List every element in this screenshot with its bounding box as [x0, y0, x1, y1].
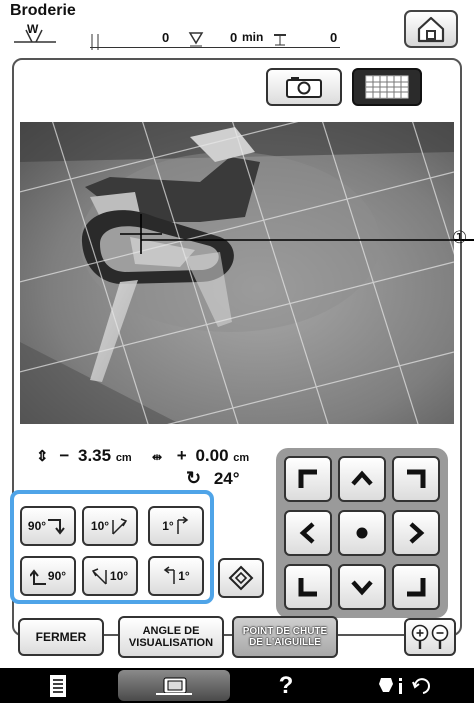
- rotate-ccw-small-icon: [91, 568, 107, 585]
- needle-drop-label-2: DE L'AIGUILLE: [249, 637, 321, 648]
- camera-button[interactable]: [266, 68, 342, 106]
- time-unit: min: [242, 30, 264, 44]
- close-label: FERMER: [35, 630, 87, 644]
- corner-down-left-icon: [298, 578, 317, 597]
- corner-up-left-icon: [298, 469, 317, 488]
- move-up-button[interactable]: [338, 456, 386, 502]
- rotate-cw-small-icon: [112, 518, 128, 535]
- thread-color-icon: [272, 33, 288, 50]
- rotate-ccw-90-label: 90°: [47, 569, 67, 583]
- stitch-bar-icon: [90, 34, 102, 53]
- page-title: Broderie: [10, 2, 76, 19]
- rotate-ccw-fine-icon: [164, 566, 175, 584]
- move-down-right-button[interactable]: [392, 564, 440, 610]
- rotation-value: 24°: [213, 469, 240, 488]
- diamond-reset-icon: [228, 565, 254, 591]
- embroidery-frame-icon: [156, 677, 192, 695]
- horizontal-arrow-icon: ⇹: [152, 450, 163, 464]
- rotate-ccw-10-label: 10°: [109, 569, 129, 583]
- rotate-ccw-icon: [29, 569, 46, 585]
- needle-drop-label-1: POINT DE CHUTE: [242, 626, 328, 637]
- arrow-right-icon: [409, 522, 425, 544]
- move-up-left-button[interactable]: [284, 456, 332, 502]
- home-icon: [417, 16, 445, 43]
- view-angle-label-1: ANGLE DE: [142, 624, 200, 637]
- horizontal-unit: cm: [233, 452, 250, 464]
- rotate-cw-90-button[interactable]: 90°: [20, 506, 76, 546]
- callout-marker: ①: [452, 228, 468, 247]
- rotate-ccw-10-button[interactable]: 10°: [82, 556, 138, 596]
- settings-icon: [379, 677, 430, 694]
- zoom-button[interactable]: [404, 618, 456, 656]
- vertical-value: 3.35: [77, 446, 112, 465]
- needle-position-icon: [188, 31, 204, 50]
- rotate-cw-10-label: 10°: [90, 519, 110, 533]
- rotate-cw-1-label: 1°: [162, 519, 174, 533]
- rotate-ccw-1-button[interactable]: 1°: [148, 556, 204, 596]
- corner-down-right-icon: [407, 578, 426, 597]
- move-left-button[interactable]: [284, 510, 332, 556]
- zoom-in-out-icon: [411, 624, 449, 649]
- presser-foot-indicator: W: [12, 22, 58, 44]
- stitch-count: 0: [162, 30, 170, 45]
- vertical-sign: −: [59, 446, 70, 465]
- move-up-right-button[interactable]: [392, 456, 440, 502]
- rotation-icon: ↻: [186, 468, 202, 488]
- center-dot-icon: [356, 527, 368, 539]
- grid-icon: [365, 75, 409, 99]
- horizontal-value: 0.00: [195, 446, 229, 465]
- arrow-down-icon: [351, 580, 373, 596]
- reset-angle-button[interactable]: [218, 558, 264, 598]
- tab-help[interactable]: ?: [236, 670, 336, 701]
- camera-image: [20, 122, 454, 424]
- presser-foot-code: W: [27, 22, 39, 36]
- close-button[interactable]: FERMER: [18, 618, 104, 656]
- vertical-offset-readout: ⇕ − 3.35 cm: [36, 446, 132, 466]
- view-angle-button[interactable]: ANGLE DE VISUALISATION: [118, 616, 224, 658]
- tab-settings[interactable]: [340, 670, 470, 701]
- rotate-cw-fine-icon: [176, 516, 188, 534]
- rotate-cw-90-label: 90°: [27, 519, 47, 533]
- color-count: 0: [330, 30, 338, 45]
- help-icon: ?: [278, 671, 294, 699]
- horizontal-sign: +: [176, 446, 187, 465]
- vertical-unit: cm: [115, 452, 132, 464]
- status-bar: 0 0 min 0: [90, 30, 340, 53]
- rotate-ccw-90-button[interactable]: 90°: [20, 556, 76, 596]
- move-down-button[interactable]: [338, 564, 386, 610]
- move-right-button[interactable]: [392, 510, 440, 556]
- horizontal-offset-readout: ⇹ + 0.00 cm: [152, 446, 249, 466]
- corner-up-right-icon: [407, 469, 426, 488]
- view-angle-label-2: VISUALISATION: [128, 637, 214, 649]
- needle-area-photo: [20, 122, 454, 424]
- home-button[interactable]: [404, 10, 458, 48]
- arrow-left-icon: [299, 522, 315, 544]
- tab-embroidery-frame[interactable]: [118, 670, 230, 701]
- rotate-cw-icon: [48, 519, 65, 535]
- center-button[interactable]: [338, 510, 386, 556]
- move-down-left-button[interactable]: [284, 564, 332, 610]
- camera-icon: [286, 77, 322, 98]
- tab-document[interactable]: [2, 670, 114, 701]
- rotate-cw-10-button[interactable]: 10°: [82, 506, 138, 546]
- time-value: 0: [230, 30, 238, 45]
- grid-button[interactable]: [352, 68, 422, 106]
- rotation-readout: ↻ 24°: [186, 468, 240, 489]
- document-icon: [50, 674, 66, 697]
- rotate-ccw-1-label: 1°: [178, 569, 190, 583]
- needle-drop-point-button[interactable]: POINT DE CHUTE DE L'AIGUILLE: [232, 616, 338, 658]
- vertical-arrow-icon: ⇕: [36, 448, 49, 465]
- rotate-cw-1-button[interactable]: 1°: [148, 506, 204, 546]
- arrow-up-icon: [351, 470, 373, 486]
